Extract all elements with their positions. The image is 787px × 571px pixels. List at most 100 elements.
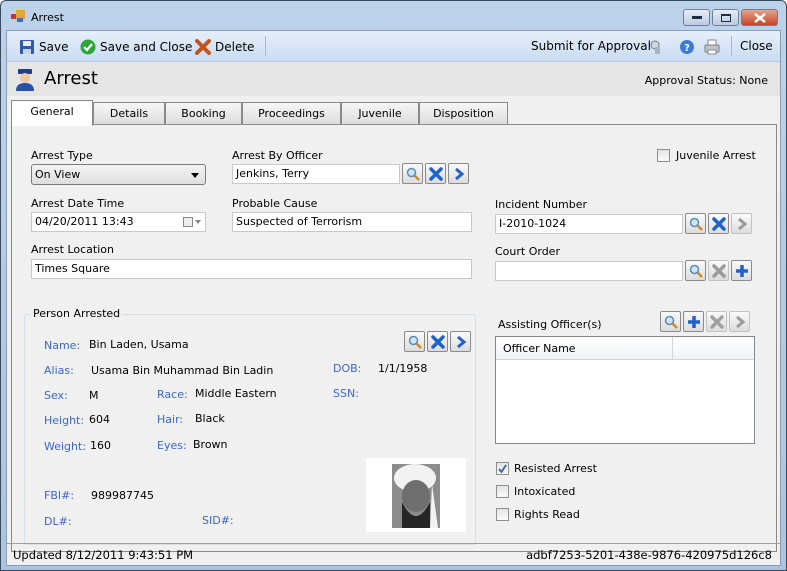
resisted-arrest-checkbox[interactable] [496, 462, 509, 475]
plus-icon [687, 315, 700, 328]
court-order-field[interactable] [495, 261, 683, 281]
approval-status: Approval Status: None [644, 74, 768, 87]
assisting-open-button[interactable] [729, 311, 750, 332]
clear-x-icon [709, 314, 724, 329]
page-title: Arrest [44, 68, 98, 89]
close-window-button[interactable] [741, 9, 778, 26]
ssn-label: SSN: [333, 387, 359, 400]
name-label: Name: [44, 339, 81, 352]
mugshot-photo [366, 458, 466, 532]
tab-general[interactable]: General [11, 100, 93, 126]
magnifier-icon [689, 264, 703, 278]
calendar-dropdown-icon[interactable] [183, 217, 201, 227]
assisting-add-button[interactable] [683, 311, 704, 332]
officer-open-button[interactable] [448, 163, 469, 184]
close-icon [753, 12, 766, 23]
person-clear-button[interactable] [427, 331, 448, 352]
weight-value: 160 [90, 439, 111, 452]
officer-search-button[interactable] [402, 163, 423, 184]
clear-x-icon [711, 216, 726, 231]
court-order-add-button[interactable] [731, 260, 752, 281]
arrest-date-time-label: Arrest Date Time [31, 197, 125, 210]
clear-x-icon [711, 263, 726, 278]
tab-disposition[interactable]: Disposition [419, 102, 508, 125]
police-officer-icon [16, 69, 34, 91]
tab-booking[interactable]: Booking [165, 102, 242, 125]
floppy-disk-icon [20, 40, 34, 54]
rights-read-checkbox[interactable] [496, 508, 509, 521]
incident-open-button[interactable] [731, 213, 752, 234]
probable-cause-field[interactable]: Suspected of Terrorism [232, 212, 472, 232]
column-header-officer-name[interactable]: Officer Name [503, 342, 576, 355]
close-button[interactable]: Close [740, 39, 773, 53]
eyes-label: Eyes: [157, 439, 187, 452]
person-open-button[interactable] [450, 331, 471, 352]
intoxicated-checkbox[interactable] [496, 485, 509, 498]
court-order-search-button[interactable] [685, 260, 706, 281]
column-divider [672, 337, 673, 360]
printer-icon [704, 39, 720, 55]
court-order-clear-button[interactable] [708, 260, 729, 281]
plus-icon [735, 264, 748, 277]
sex-label: Sex: [44, 389, 68, 402]
person-search-button[interactable] [404, 331, 425, 352]
height-value: 604 [89, 413, 110, 426]
svg-text:?: ? [684, 43, 690, 54]
chevron-right-icon [456, 335, 466, 348]
submit-for-approval-button[interactable]: Submit for Approval [531, 39, 651, 53]
arrest-location-field[interactable]: Times Square [31, 259, 472, 279]
race-value: Middle Eastern [195, 387, 277, 400]
arrest-by-officer-field[interactable]: Jenkins, Terry [232, 164, 400, 184]
dob-label: DOB: [333, 362, 362, 375]
arrest-date-time-value: 04/20/2011 13:43 [35, 215, 134, 228]
save-label: Save [39, 40, 69, 54]
minimize-button[interactable] [683, 9, 710, 26]
maximize-button[interactable] [712, 9, 739, 26]
toolbar: Save Save and Close Delete Submit for Ap… [7, 31, 780, 62]
fbi-label: FBI#: [44, 489, 75, 502]
arrest-by-officer-label: Arrest By Officer [232, 149, 323, 162]
green-check-icon [80, 39, 96, 55]
chevron-right-icon [454, 167, 464, 180]
chevron-right-icon [735, 315, 745, 328]
fbi-value: 989987745 [91, 489, 154, 502]
officer-clear-button[interactable] [425, 163, 446, 184]
save-button[interactable]: Save [19, 39, 68, 55]
person-arrested-group: Person Arrested Name: Bin Laden, Usama A… [24, 307, 476, 545]
person-photo-icon [392, 464, 440, 528]
arrest-date-time-field[interactable]: 04/20/2011 13:43 [31, 212, 206, 232]
arrest-window: Arrest Save Save and Close Delete Submit… [0, 0, 787, 571]
delete-button[interactable]: Delete [195, 39, 254, 55]
person-arrested-title: Person Arrested [31, 307, 123, 320]
incident-clear-button[interactable] [708, 213, 729, 234]
delete-x-icon [195, 39, 211, 55]
incident-search-button[interactable] [685, 213, 706, 234]
assisting-remove-button[interactable] [706, 311, 727, 332]
chevron-down-icon [191, 173, 199, 178]
assisting-officers-grid[interactable]: Officer Name [495, 336, 755, 444]
tab-details[interactable]: Details [93, 102, 165, 125]
juvenile-arrest-checkbox[interactable] [657, 149, 670, 162]
alias-label: Alias: [44, 364, 74, 377]
title-bar: Arrest [1, 1, 786, 29]
arrest-location-label: Arrest Location [31, 243, 114, 256]
checkmark-icon [498, 464, 507, 474]
weight-label: Weight: [44, 440, 87, 453]
window-title: Arrest [31, 11, 64, 24]
save-and-close-button[interactable]: Save and Close [80, 39, 192, 55]
workflow-button[interactable] [649, 39, 665, 55]
updated-timestamp: Updated 8/12/2011 9:43:51 PM [13, 548, 194, 562]
tab-proceedings[interactable]: Proceedings [242, 102, 341, 125]
intoxicated-label: Intoxicated [514, 485, 576, 498]
record-id: adbf7253-5201-438e-9876-420975d126c8 [526, 548, 772, 562]
rights-read-label: Rights Read [514, 508, 580, 521]
tab-juvenile[interactable]: Juvenile [341, 102, 419, 125]
arrest-type-select[interactable]: On View [31, 164, 206, 185]
workflow-icon [650, 40, 660, 54]
help-button[interactable]: ? [679, 39, 695, 55]
form-client-area: Save Save and Close Delete Submit for Ap… [6, 30, 781, 566]
print-button[interactable] [704, 39, 720, 55]
court-order-label: Court Order [495, 245, 560, 258]
assisting-search-button[interactable] [660, 311, 681, 332]
incident-number-field[interactable]: I-2010-1024 [495, 214, 683, 234]
